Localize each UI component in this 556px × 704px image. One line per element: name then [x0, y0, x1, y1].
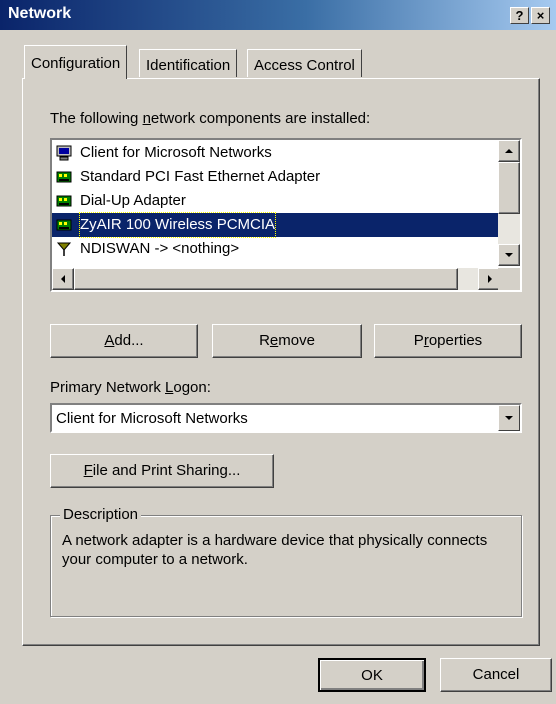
protocol-icon [56, 242, 72, 256]
list-item-label: ZyAIR 100 Wireless PCMCIA [78, 212, 277, 238]
network-adapter-icon [56, 171, 72, 183]
help-button[interactable]: ? [510, 7, 529, 24]
list-item-selected[interactable]: ZyAIR 100 Wireless PCMCIA [52, 212, 500, 238]
components-list-viewport: Client for Microsoft Networks Standard P… [52, 140, 500, 266]
arrow-down-icon [505, 253, 513, 257]
description-title: Description [60, 506, 142, 523]
tab-configuration-label: Configuration [31, 55, 121, 72]
primary-logon-value: Client for Microsoft Networks [56, 410, 248, 427]
primary-logon-select[interactable]: Client for Microsoft Networks [50, 403, 522, 433]
vertical-scrollbar[interactable] [498, 140, 520, 266]
description-text: A network adapter is a hardware device t… [62, 532, 488, 568]
scroll-right-button[interactable] [478, 268, 500, 290]
ok-button[interactable]: OK [318, 658, 426, 692]
add-button[interactable]: Add... [50, 324, 198, 358]
tab-access-control-label: Access Control [254, 57, 355, 74]
list-item-label: Standard PCI Fast Ethernet Adapter [80, 168, 321, 185]
properties-button[interactable]: Properties [374, 324, 522, 358]
network-adapter-icon [56, 195, 72, 207]
list-item-label: Dial-Up Adapter [80, 192, 186, 209]
tab-identification[interactable]: Identification [139, 49, 238, 77]
list-item[interactable]: Client for Microsoft Networks [52, 141, 500, 165]
title-bar[interactable]: Network ? × [0, 0, 556, 30]
components-label: The following network components are ins… [50, 110, 371, 127]
arrow-right-icon [488, 275, 492, 283]
tab-access-control[interactable]: Access Control [247, 49, 362, 77]
primary-logon-label: Primary Network Logon: [50, 379, 211, 396]
chevron-down-icon [505, 416, 513, 420]
network-adapter-icon [56, 219, 72, 231]
window-title: Network [8, 5, 72, 22]
remove-button[interactable]: Remove [212, 324, 362, 358]
scroll-left-button[interactable] [52, 268, 74, 290]
help-icon: ? [515, 8, 524, 23]
network-dialog: Network ? × Configuration Identification… [0, 0, 556, 704]
tab-identification-label: Identification [146, 57, 231, 74]
scroll-corner [498, 268, 520, 290]
tab-configuration[interactable]: Configuration [24, 45, 128, 79]
components-list[interactable]: Client for Microsoft Networks Standard P… [50, 138, 522, 292]
scroll-thumb[interactable] [498, 162, 520, 214]
list-item[interactable]: Dial-Up Adapter [52, 189, 500, 213]
list-item-label: NDISWAN -> <nothing> [80, 240, 240, 257]
client-icon [56, 145, 72, 161]
list-item-label: Client for Microsoft Networks [80, 144, 272, 161]
horizontal-scroll-thumb[interactable] [74, 268, 458, 290]
close-icon: × [536, 8, 545, 23]
horizontal-scrollbar[interactable] [52, 268, 500, 290]
scroll-down-button[interactable] [498, 244, 520, 266]
list-item[interactable]: Standard PCI Fast Ethernet Adapter [52, 165, 500, 189]
scroll-up-button[interactable] [498, 140, 520, 162]
cancel-button[interactable]: Cancel [440, 658, 552, 692]
close-button[interactable]: × [531, 7, 550, 24]
file-print-sharing-button[interactable]: File and Print Sharing... [50, 454, 274, 488]
arrow-left-icon [61, 275, 65, 283]
dropdown-button[interactable] [498, 405, 520, 431]
arrow-up-icon [505, 149, 513, 153]
list-item[interactable]: NDISWAN -> <nothing> [52, 237, 500, 261]
